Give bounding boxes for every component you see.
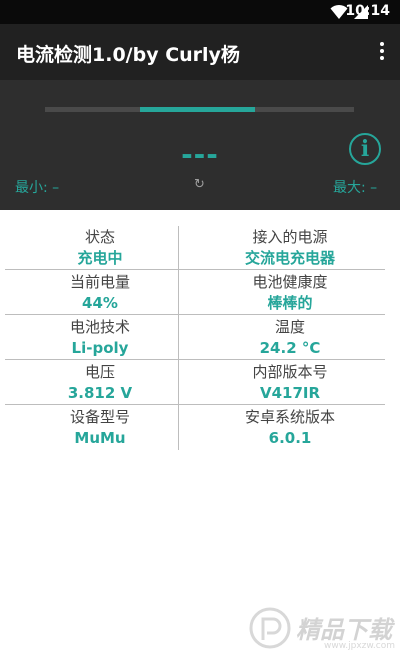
status-bar: 10:14: [0, 0, 400, 24]
battery-level-label: 当前电量: [69, 273, 130, 291]
power-source-cell: 接入的电源 交流电充电器: [195, 225, 385, 270]
current-reading: ---: [181, 138, 219, 171]
device-model-value: MuMu: [74, 429, 126, 447]
clock: 10:14: [345, 3, 390, 19]
current-panel: --- i 最小: – ↻ 最大: –: [0, 80, 400, 210]
watermark-url: www.jpxzw.com: [324, 641, 395, 651]
build-number-value: V417IR: [259, 384, 321, 402]
status-value: 充电中: [77, 249, 123, 267]
temperature-value: 24.2 °C: [259, 339, 321, 357]
app-title: 电流检测1.0/by Curly杨: [16, 44, 240, 66]
build-number-cell: 内部版本号 V417IR: [195, 360, 385, 405]
battery-tech-cell: 电池技术 Li-poly: [5, 315, 195, 360]
device-model-label: 设备型号: [69, 408, 130, 426]
progress-bar: [45, 107, 354, 112]
battery-tech-label: 电池技术: [69, 318, 130, 336]
info-row: 电池技术 Li-poly 温度 24.2 °C: [5, 315, 385, 360]
battery-info-grid: 状态 充电中 接入的电源 交流电充电器 当前电量 44% 电池健康度 棒棒的 电…: [5, 225, 385, 450]
refresh-icon[interactable]: ↻: [194, 177, 205, 192]
voltage-label: 电压: [84, 363, 115, 381]
watermark: 精品下载 www.jpxzw.com: [246, 602, 396, 657]
battery-health-cell: 电池健康度 棒棒的: [195, 270, 385, 315]
build-number-label: 内部版本号: [252, 363, 328, 381]
power-source-value: 交流电充电器: [244, 249, 335, 267]
temperature-label: 温度: [274, 318, 305, 336]
info-row: 电压 3.812 V 内部版本号 V417IR: [5, 360, 385, 405]
watermark-logo-icon: [249, 607, 291, 649]
battery-health-value: 棒棒的: [267, 294, 313, 312]
status-cell: 状态 充电中: [5, 225, 195, 270]
progress-fill: [140, 107, 256, 112]
android-version-label: 安卓系统版本: [244, 408, 335, 426]
battery-health-label: 电池健康度: [252, 273, 328, 291]
overflow-menu-icon[interactable]: [378, 42, 386, 62]
battery-level-cell: 当前电量 44%: [5, 270, 195, 315]
temperature-cell: 温度 24.2 °C: [195, 315, 385, 360]
max-reading: 最大: –: [333, 180, 378, 196]
status-label: 状态: [84, 228, 115, 246]
app-bar: 电流检测1.0/by Curly杨: [0, 24, 400, 80]
device-model-cell: 设备型号 MuMu: [5, 405, 195, 450]
watermark-text: 精品下载: [296, 616, 392, 644]
android-version-value: 6.0.1: [268, 429, 312, 447]
voltage-value: 3.812 V: [67, 384, 133, 402]
info-row: 当前电量 44% 电池健康度 棒棒的: [5, 270, 385, 315]
battery-tech-value: Li-poly: [71, 339, 129, 357]
info-icon[interactable]: i: [349, 133, 381, 165]
voltage-cell: 电压 3.812 V: [5, 360, 195, 405]
power-source-label: 接入的电源: [252, 228, 328, 246]
battery-level-value: 44%: [82, 294, 118, 312]
info-row: 状态 充电中 接入的电源 交流电充电器: [5, 225, 385, 270]
min-reading: 最小: –: [15, 180, 60, 196]
info-row: 设备型号 MuMu 安卓系统版本 6.0.1: [5, 405, 385, 450]
android-version-cell: 安卓系统版本 6.0.1: [195, 405, 385, 450]
